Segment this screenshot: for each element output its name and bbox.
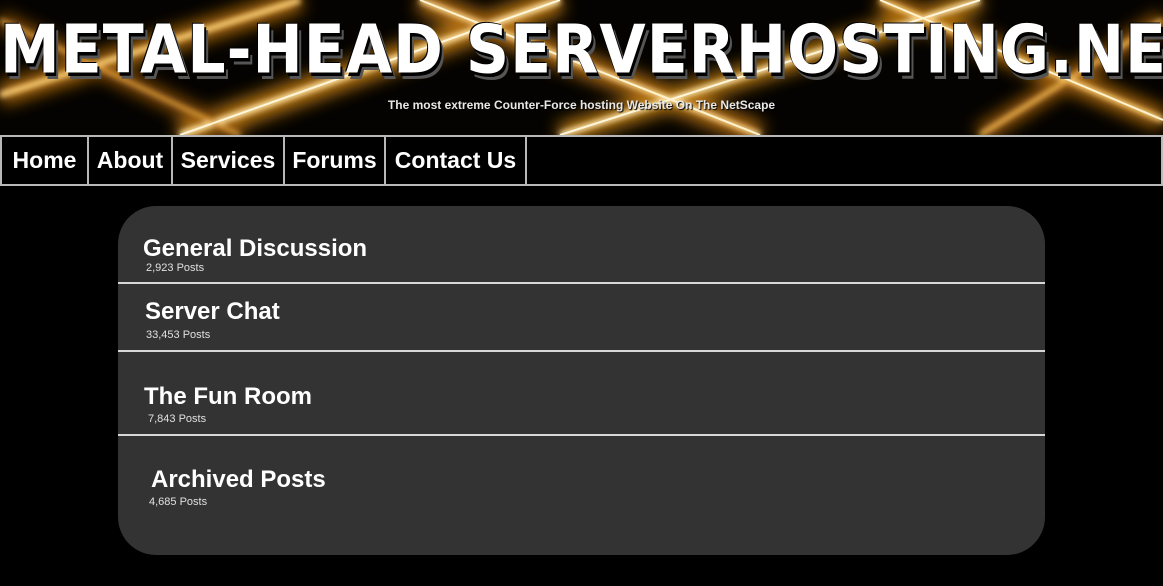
forum-title[interactable]: Server Chat: [145, 298, 280, 326]
main-nav: Home About Services Forums Contact Us: [0, 135, 1163, 186]
site-tagline: The most extreme Counter-Force hosting W…: [387, 98, 776, 112]
nav-about[interactable]: About: [89, 137, 173, 184]
nav-forums[interactable]: Forums: [285, 137, 386, 184]
forum-row-general-discussion[interactable]: General Discussion 2,923 Posts: [118, 206, 1045, 283]
forum-title[interactable]: The Fun Room: [144, 383, 312, 411]
forum-title[interactable]: General Discussion: [143, 235, 367, 263]
forum-post-count: 33,453 Posts: [146, 329, 211, 341]
header-banner: METAL-HEAD SERVERHOSTING.NET The most ex…: [0, 0, 1163, 135]
forum-title[interactable]: Archived Posts: [151, 466, 326, 494]
nav-contact-us[interactable]: Contact Us: [386, 137, 527, 184]
forum-post-count: 2,923 Posts: [146, 262, 205, 274]
forum-row-server-chat[interactable]: Server Chat 33,453 Posts: [118, 284, 1045, 350]
nav-services[interactable]: Services: [173, 137, 285, 184]
nav-home[interactable]: Home: [2, 137, 89, 184]
forum-post-count: 7,843 Posts: [148, 413, 207, 425]
forum-row-the-fun-room[interactable]: The Fun Room 7,843 Posts: [118, 352, 1045, 434]
forum-post-count: 4,685 Posts: [149, 496, 208, 508]
forum-list-panel: General Discussion 2,923 Posts Server Ch…: [118, 206, 1045, 555]
site-title: METAL-HEAD SERVERHOSTING.NET: [0, 10, 1163, 90]
forum-row-archived-posts[interactable]: Archived Posts 4,685 Posts: [118, 436, 1045, 555]
